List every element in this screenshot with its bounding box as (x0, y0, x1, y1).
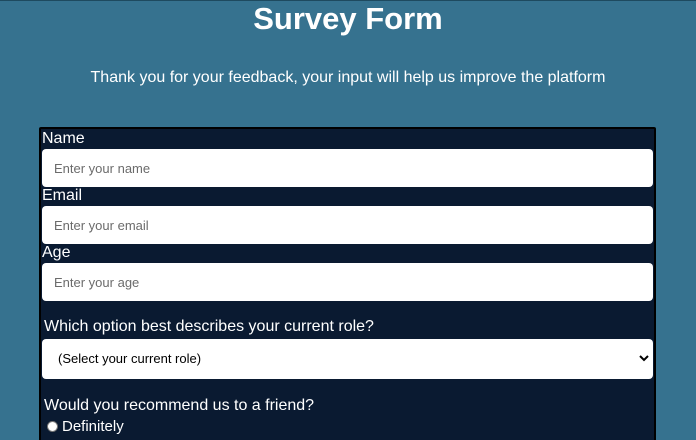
role-select[interactable]: (Select your current role) (42, 339, 653, 379)
page-description: Thank you for your feedback, your input … (90, 69, 606, 86)
name-input[interactable] (42, 149, 653, 187)
page-title: Survey Form (253, 1, 443, 36)
email-label: Email (42, 187, 83, 204)
recommend-question: Would you recommend us to a friend? (44, 397, 315, 414)
chevron-down-icon (639, 355, 649, 362)
radio-button[interactable] (47, 420, 58, 432)
radio-option-definitely[interactable]: Definitely (47, 417, 124, 435)
name-label: Name (42, 130, 85, 147)
survey-page: Survey Form Thank you for your feedback,… (0, 0, 696, 440)
age-label: Age (42, 244, 71, 261)
email-input[interactable] (42, 206, 653, 244)
age-input[interactable] (42, 263, 653, 301)
radio-label: Definitely (62, 417, 124, 435)
role-question: Which option best describes your current… (44, 318, 374, 335)
survey-form: Name Email Age Which option best describ… (39, 127, 656, 440)
role-select-value: (Select your current role) (58, 351, 202, 366)
